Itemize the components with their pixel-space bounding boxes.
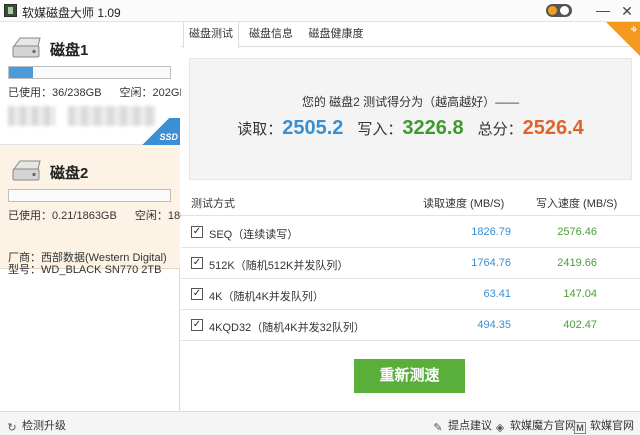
toggle-dot-icon — [560, 6, 569, 15]
write-speed: 2576.46 — [557, 226, 597, 238]
site-label: 软媒官网 — [590, 420, 634, 432]
score-row: 读取：2505.2 写入：3226.8 总分：2526.4 — [190, 117, 631, 140]
tab-disk-info[interactable]: 磁盘信息 — [243, 22, 299, 47]
table-row: ✓ SEQ（连续读写） 1826.79 2576.46 — [181, 217, 640, 248]
read-speed: 1826.79 — [471, 226, 511, 238]
disk-sidebar: 磁盘1 已使用：36/238GB 空闲：202GB SSD 磁盘2 已使用：0.2… — [0, 22, 224, 411]
test-name: 512K（随机512K并发队列） — [209, 260, 349, 272]
retest-button[interactable]: 重新测速 — [354, 359, 465, 393]
feedback-label: 提点建议 — [448, 420, 492, 432]
row-checkbox[interactable]: ✓ — [191, 288, 203, 300]
read-score-label: 读取： — [237, 121, 283, 138]
col-read-speed: 读取速度 (MB/S) — [423, 198, 505, 210]
table-row: ✓ 4KQD32（随机4K并发32队列） 494.35 402.47 — [181, 310, 640, 341]
disk-vendor: 厂商：西部数据(Western Digital) — [8, 252, 167, 264]
disk-usage-fill — [9, 67, 34, 78]
disk-usage-bar — [8, 66, 171, 79]
write-score: 3226.8 — [402, 117, 464, 139]
pen-icon: ✎ — [433, 422, 443, 434]
tab-bar: 磁盘测试 磁盘信息 磁盘健康度 » — [181, 22, 640, 56]
row-checkbox[interactable]: ✓ — [191, 257, 203, 269]
disk-vendor-info: 厂商：西部数据(Western Digital) 型号：WD_BLACK SN7… — [8, 252, 167, 276]
refresh-icon: ↻ — [7, 422, 17, 434]
hard-drive-icon — [12, 160, 41, 181]
total-score: 2526.4 — [522, 117, 584, 139]
disk-card-2[interactable]: 磁盘2 已使用：0.21/1863GB 空闲：1862.79GB 厂商：西部数据(… — [0, 145, 224, 276]
write-speed: 2419.66 — [557, 257, 597, 269]
read-speed: 1764.76 — [471, 257, 511, 269]
disk-used: 已使用：0.21/1863GB — [8, 210, 117, 222]
col-method: 测试方式 — [191, 198, 235, 210]
row-checkbox[interactable]: ✓ — [191, 226, 203, 238]
col-write-speed: 写入速度 (MB/S) — [536, 198, 618, 210]
disk-card-1[interactable]: 磁盘1 已使用：36/238GB 空闲：202GB SSD — [0, 22, 187, 145]
disk-name: 磁盘2 — [50, 165, 89, 182]
disk-free: 空闲：202GB — [119, 87, 187, 99]
toggle-knob-icon — [548, 6, 557, 15]
tab-disk-test[interactable]: 磁盘测试 — [183, 22, 239, 48]
site-link[interactable]: M 软媒官网 — [574, 417, 634, 434]
write-speed: 402.47 — [563, 319, 597, 331]
disk-usage-text: 已使用：36/238GB 空闲：202GB — [8, 84, 187, 100]
check-update-label: 检测升级 — [22, 420, 66, 432]
test-name: 4KQD32（随机4K并发32队列） — [209, 322, 365, 334]
disk-used: 已使用：36/238GB — [8, 87, 102, 99]
check-update-link[interactable]: ↻ 检测升级 — [6, 417, 66, 434]
ruanmei-logo-icon: M — [574, 422, 586, 434]
theme-toggle[interactable] — [546, 4, 572, 17]
disk-name: 磁盘1 — [50, 42, 89, 59]
official-site-label: 软媒魔方官网 — [510, 420, 576, 432]
app-logo-icon — [4, 4, 17, 17]
ssd-badge: SSD — [142, 118, 180, 145]
status-bar: ↻ 检测升级 ✎ 提点建议 ◈ 软媒魔方官网 M 软媒官网 — [0, 411, 640, 435]
redacted-info — [8, 106, 56, 126]
row-checkbox[interactable]: ✓ — [191, 319, 203, 331]
score-panel: 您的 磁盘2 测试得分为（越高越好）—— 读取：2505.2 写入：3226.8 总… — [189, 58, 632, 180]
read-score: 2505.2 — [282, 117, 344, 139]
title-bar: 软媒磁盘大师 1.09 — ✕ — [0, 0, 640, 22]
hard-drive-icon — [12, 37, 41, 58]
disk-model: 型号：WD_BLACK SN770 2TB — [8, 264, 162, 276]
cube-icon: ◈ — [495, 422, 505, 434]
disk-usage-bar — [8, 189, 171, 202]
main-panel: 磁盘测试 磁盘信息 磁盘健康度 » 您的 磁盘2 测试得分为（越高越好）—— 读… — [181, 22, 640, 411]
close-icon[interactable]: ✕ — [618, 2, 636, 20]
read-speed: 494.35 — [477, 319, 511, 331]
results-table-header: 测试方式 读取速度 (MB/S) 写入速度 (MB/S) — [181, 188, 640, 216]
read-speed: 63.41 — [483, 288, 511, 300]
table-row: ✓ 512K（随机512K并发队列） 1764.76 2419.66 — [181, 248, 640, 279]
score-headline: 您的 磁盘2 测试得分为（越高越好）—— — [301, 95, 520, 109]
write-speed: 147.04 — [563, 288, 597, 300]
ssd-badge-label: SSD — [159, 132, 178, 142]
minimize-icon[interactable]: — — [594, 2, 612, 20]
official-site-link[interactable]: ◈ 软媒魔方官网 — [494, 417, 576, 434]
test-name: 4K（随机4K并发队列） — [209, 291, 324, 303]
test-name: SEQ（连续读写） — [209, 229, 299, 241]
total-score-label: 总分： — [477, 121, 523, 138]
table-row: ✓ 4K（随机4K并发队列） 63.41 147.04 — [181, 279, 640, 310]
feedback-link[interactable]: ✎ 提点建议 — [432, 417, 492, 434]
tab-disk-health[interactable]: 磁盘健康度 — [303, 22, 369, 47]
write-score-label: 写入： — [357, 121, 403, 138]
app-title: 软媒磁盘大师 1.09 — [22, 6, 121, 20]
